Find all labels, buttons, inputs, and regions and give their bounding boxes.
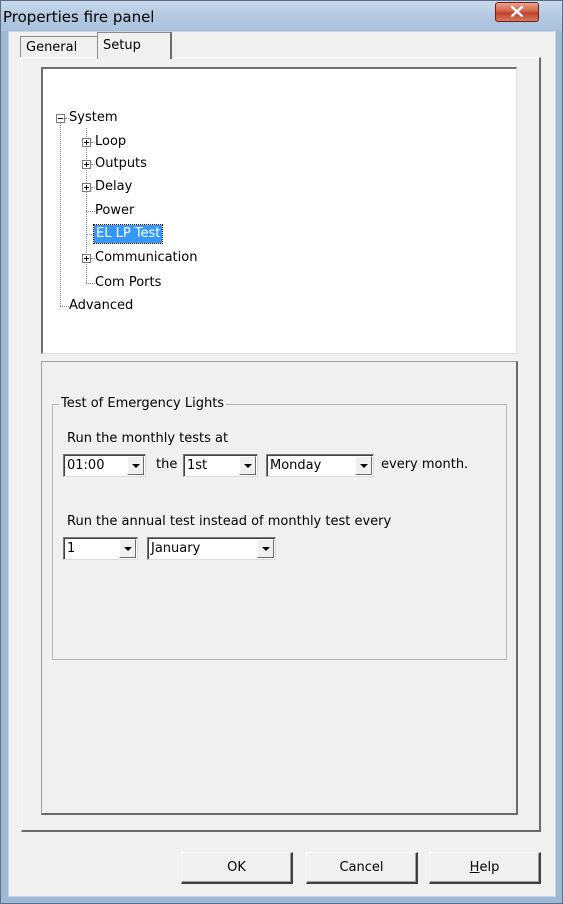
help-button-label: elp — [479, 860, 500, 875]
weekday-select-value: Monday — [270, 458, 322, 473]
ordinal-select[interactable]: 1st — [183, 454, 258, 477]
close-icon — [511, 6, 523, 17]
tree-connector — [86, 234, 94, 235]
cancel-button[interactable]: Cancel — [306, 852, 418, 884]
title-bar[interactable]: Properties fire panel — [1, 1, 562, 31]
tree-item-el-lp-test[interactable]: EL LP Test — [92, 224, 164, 244]
tree-item-label: Outputs — [95, 156, 147, 171]
tree-connector — [60, 123, 61, 306]
chevron-down-icon[interactable] — [257, 539, 274, 558]
the-label: the — [156, 457, 178, 472]
tree-item-advanced[interactable]: Advanced — [69, 296, 133, 316]
ok-button[interactable]: OK — [181, 852, 293, 884]
chevron-down-icon[interactable] — [119, 539, 136, 558]
tree-item-communication[interactable]: Communication — [95, 248, 197, 268]
expand-icon[interactable] — [82, 160, 91, 169]
tree-connector — [86, 283, 95, 284]
expand-icon[interactable] — [82, 254, 91, 263]
tab-general[interactable]: General — [20, 36, 97, 57]
tree-item-label: Power — [95, 203, 135, 218]
tree-item-delay[interactable]: Delay — [95, 177, 132, 197]
tab-setup-label: Setup — [103, 38, 141, 53]
tree-connector — [60, 306, 69, 307]
tree-item-label: System — [69, 110, 118, 125]
cancel-button-label: Cancel — [339, 860, 384, 875]
dialog-window: Properties fire panel General Setup Syst… — [0, 0, 563, 904]
chevron-down-icon[interactable] — [239, 456, 256, 475]
ordinal-select-value: 1st — [187, 458, 208, 473]
tree-item-system[interactable]: System — [69, 108, 117, 128]
collapse-icon[interactable] — [56, 114, 65, 123]
tab-setup[interactable]: Setup — [97, 32, 172, 59]
time-select[interactable]: 01:00 — [63, 454, 146, 477]
tree-item-com-ports[interactable]: Com Ports — [95, 273, 161, 293]
month-select[interactable]: January — [147, 537, 276, 560]
help-button[interactable]: Help — [429, 852, 541, 884]
every-month-label: every month. — [381, 457, 469, 472]
expand-icon[interactable] — [82, 183, 91, 192]
tree-item-power[interactable]: Power — [95, 201, 134, 221]
month-select-value: January — [151, 541, 201, 556]
chevron-down-icon[interactable] — [127, 456, 144, 475]
tree-item-label: EL LP Test — [96, 226, 161, 241]
annual-test-label: Run the annual test instead of monthly t… — [67, 514, 392, 529]
tree-item-label: Com Ports — [95, 275, 162, 290]
tree-item-label: Loop — [95, 134, 127, 149]
tree-connector — [86, 211, 95, 212]
chevron-down-icon[interactable] — [355, 456, 372, 475]
monthly-test-label: Run the monthly tests at — [67, 431, 229, 446]
time-select-value: 01:00 — [67, 458, 105, 473]
tree-item-outputs[interactable]: Outputs — [95, 154, 147, 174]
day-select[interactable]: 1 — [63, 537, 138, 560]
tree-item-label: Advanced — [69, 298, 134, 313]
tree-item-label: Communication — [95, 250, 198, 265]
help-button-mnemonic: H — [469, 860, 480, 875]
tree-item-label: Delay — [95, 179, 133, 194]
group-title: Test of Emergency Lights — [59, 396, 227, 411]
weekday-select[interactable]: Monday — [266, 454, 374, 477]
close-button[interactable] — [495, 2, 539, 22]
window-title: Properties fire panel — [3, 8, 155, 26]
ok-button-label: OK — [227, 860, 246, 875]
tab-general-label: General — [26, 40, 78, 55]
day-select-value: 1 — [67, 541, 76, 556]
tree-item-loop[interactable]: Loop — [95, 132, 126, 152]
expand-icon[interactable] — [82, 138, 91, 147]
